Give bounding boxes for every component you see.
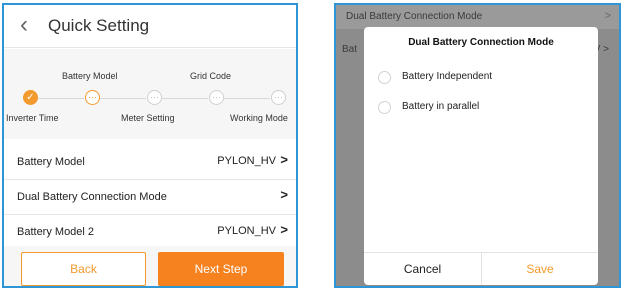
background-row: Dual Battery Connection Mode > [336,5,619,29]
row-label: Bat [342,44,358,55]
cancel-button[interactable]: Cancel [364,253,481,285]
step-grid-code-dots-icon: ··· [209,90,224,105]
connection-mode-dialog: Dual Battery Connection Mode Battery Ind… [364,27,598,285]
step-meter-setting-dots-icon: ··· [147,90,162,105]
step-label-battery-model: Battery Model [62,71,118,81]
step-inverter-time-check-icon: ✓ [23,90,38,105]
row-battery-model[interactable]: Battery Model PYLON_HV > [4,145,296,179]
step-connector [100,98,146,99]
chevron-right-icon: > [280,187,288,202]
save-button[interactable]: Save [482,253,598,285]
chevron-right-icon: > [280,152,288,167]
row-label: Dual Battery Connection Mode [17,191,167,203]
dialog-title: Dual Battery Connection Mode [408,37,554,48]
connection-mode-dialog-screen: Dual Battery Connection Mode > Bat V > D… [334,3,621,288]
option-label: Battery Independent [402,71,493,82]
radio-button[interactable] [378,101,391,114]
header: ‹ Quick Setting [4,5,296,45]
radio-button[interactable] [378,71,391,84]
chevron-right-icon: > [280,222,288,237]
page-title: Quick Setting [48,16,150,35]
step-connector [162,98,208,99]
footer: Back Next Step [4,246,296,286]
back-chevron-icon[interactable]: ‹ [20,13,28,37]
option-label: Battery in parallel [402,101,480,112]
step-label-meter-setting: Meter Setting [121,113,175,123]
row-dual-battery-connection-mode[interactable]: Dual Battery Connection Mode > [4,180,296,214]
row-value: PYLON_HV [217,225,276,237]
step-connector [38,98,84,99]
row-battery-model-2[interactable]: Battery Model 2 PYLON_HV > [4,215,296,245]
row-label: Battery Model [17,156,85,168]
step-label-grid-code: Grid Code [190,71,232,81]
chevron-right-icon: > [604,10,611,22]
divider [4,47,296,48]
step-connector [224,98,270,99]
quick-setting-screen: ‹ Quick Setting Battery Model Grid Code … [2,3,298,288]
row-label: Dual Battery Connection Mode [346,11,483,22]
step-progress: Battery Model Grid Code ✓ ··· ··· ··· ··… [4,49,296,139]
next-step-button[interactable]: Next Step [158,252,284,286]
back-button[interactable]: Back [21,252,146,286]
step-label-inverter-time: Inverter Time [6,113,59,123]
step-battery-model-dots-icon: ··· [85,90,100,105]
row-value: PYLON_HV [217,155,276,167]
row-label: Battery Model 2 [17,226,95,238]
step-working-mode-dots-icon: ··· [271,90,286,105]
step-label-working-mode: Working Mode [230,113,288,123]
